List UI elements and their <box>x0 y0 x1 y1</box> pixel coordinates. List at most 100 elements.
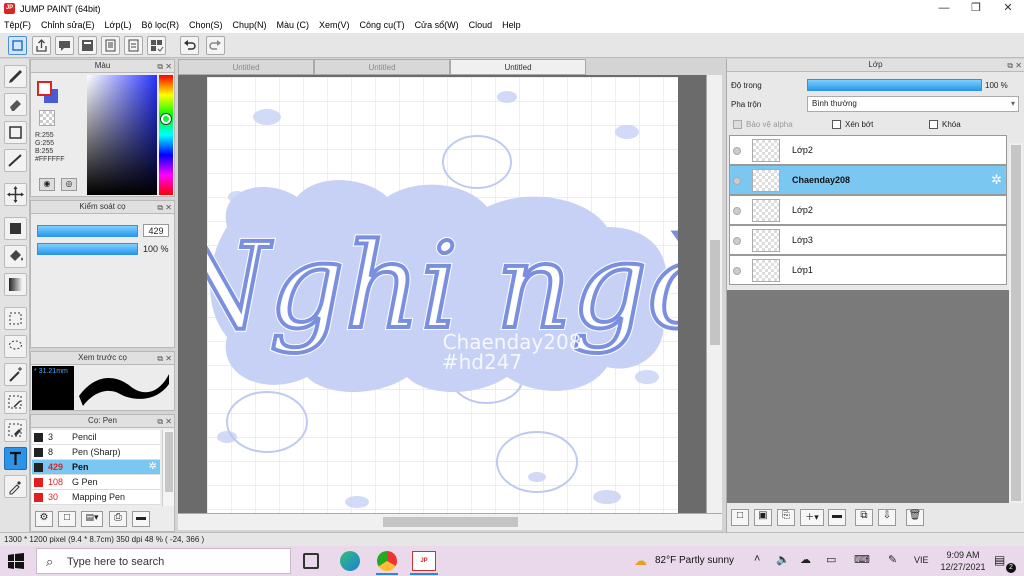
hue-handle[interactable] <box>161 114 171 124</box>
undo-icon[interactable] <box>180 36 199 55</box>
layer-scroll-thumb[interactable] <box>1011 145 1021 501</box>
folder-icon[interactable]: ▬ <box>828 509 846 526</box>
visibility-icon[interactable] <box>733 147 741 155</box>
trash-icon[interactable]: 🗑 <box>906 509 924 526</box>
chevron-up-icon[interactable]: ˄ <box>754 553 760 565</box>
menu-help[interactable]: Help <box>502 20 521 30</box>
brush-import-icon[interactable]: ⎙ <box>109 511 127 527</box>
tab-untitled-2[interactable]: Untitled <box>314 59 450 75</box>
brush-settings-icon[interactable]: ⚙ <box>35 511 53 527</box>
rectangle-tool-icon[interactable] <box>4 121 27 144</box>
brush-size-slider[interactable] <box>37 225 138 237</box>
menu-file[interactable]: Tệp(F) <box>4 20 31 30</box>
clipping-checkbox[interactable] <box>832 120 841 129</box>
duplicate-layer-icon[interactable]: ⧉ <box>855 509 873 526</box>
select-rect-icon[interactable] <box>4 307 27 330</box>
maximize-button[interactable]: ❐ <box>960 0 992 17</box>
task-view-icon[interactable] <box>303 553 319 569</box>
language-indicator[interactable]: VIE <box>914 555 929 565</box>
fill-rect-tool-icon[interactable] <box>4 217 27 240</box>
menu-layer[interactable]: Lớp(L) <box>105 20 132 30</box>
weather-text[interactable]: 82°F Partly sunny <box>655 555 734 566</box>
lasso-tool-icon[interactable] <box>4 335 27 358</box>
visibility-icon[interactable] <box>733 207 741 215</box>
layer-copy-icon[interactable]: ⎘ <box>777 509 795 526</box>
layer-opacity-slider[interactable] <box>807 79 982 91</box>
panel-controls-icon[interactable]: ⧉ ✕ <box>157 202 172 214</box>
menu-cloud[interactable]: Cloud <box>469 20 493 30</box>
vertical-scroll-thumb[interactable] <box>710 240 720 345</box>
protect-alpha-checkbox[interactable] <box>733 120 742 129</box>
brush-item-pen-sharp[interactable]: 8 Pen (Sharp) <box>32 445 160 460</box>
artboard[interactable]: Nghi ngờ Nghi ngờ Chaenday208 #hd247 <box>207 77 678 514</box>
menu-color[interactable]: Màu (C) <box>277 20 310 30</box>
brush-item-mapping-pen[interactable]: 30 Mapping Pen <box>32 490 160 505</box>
brush-list-scrollbar[interactable] <box>162 430 174 506</box>
notification-icon[interactable]: ▤ <box>994 553 1005 567</box>
brush-opacity-slider[interactable] <box>37 243 138 255</box>
edge-icon[interactable] <box>340 551 360 571</box>
line-tool-icon[interactable] <box>4 149 27 172</box>
vertical-scrollbar[interactable] <box>706 75 722 513</box>
text-tool-icon[interactable] <box>4 447 27 470</box>
taskbar-search[interactable]: ⌕ Type here to search <box>36 548 291 574</box>
document-icon[interactable] <box>124 36 143 55</box>
gear-icon[interactable]: ✲ <box>149 460 157 474</box>
windows-start-icon[interactable] <box>8 553 24 569</box>
brush-menu-icon[interactable]: ▤▾ <box>81 511 103 527</box>
panel-icon[interactable] <box>78 36 97 55</box>
chrome-icon[interactable] <box>377 551 397 571</box>
merge-layer-icon[interactable]: ⇩ <box>878 509 896 526</box>
tab-untitled-3[interactable]: Untitled <box>450 59 586 75</box>
menu-edit[interactable]: Chỉnh sửa(E) <box>41 20 95 30</box>
horizontal-scrollbar[interactable] <box>178 513 722 530</box>
new-layer-icon[interactable]: □ <box>731 509 749 526</box>
layer-row-selected[interactable]: Chaenday208 ✲ <box>729 165 1007 195</box>
color-picker-icon[interactable]: ◎ <box>61 178 77 191</box>
panel-controls-icon[interactable]: ⧉ ✕ <box>157 61 172 73</box>
redo-icon[interactable] <box>206 36 225 55</box>
layer-from-file-icon[interactable]: ▣ <box>754 509 772 526</box>
blend-mode-select[interactable]: Bình thường ▾ <box>807 96 1019 112</box>
magic-wand-icon[interactable] <box>4 363 27 386</box>
network-icon[interactable]: ☁ <box>800 553 811 566</box>
layer-row[interactable]: Lớp2 <box>729 135 1007 165</box>
gear-icon[interactable]: ✲ <box>991 172 1002 188</box>
grid-icon[interactable] <box>147 36 166 55</box>
jump-paint-taskbar-icon[interactable]: JP <box>412 551 436 571</box>
lock-checkbox[interactable] <box>929 120 938 129</box>
brush-tool-icon[interactable] <box>4 65 27 88</box>
layer-row[interactable]: Lớp3 <box>729 225 1007 255</box>
horizontal-scroll-thumb[interactable] <box>383 517 518 527</box>
battery-icon[interactable]: ▭ <box>826 553 836 566</box>
comment-icon[interactable] <box>55 36 74 55</box>
eyedropper-tool-icon[interactable] <box>4 475 27 498</box>
color-wheel-icon[interactable]: ◉ <box>39 178 55 191</box>
main-color-swatch-front[interactable] <box>37 81 52 96</box>
pen-icon[interactable]: ✎ <box>888 553 897 566</box>
panel-controls-icon[interactable]: ⧉ ✕ <box>1007 60 1022 72</box>
gradient-tool-icon[interactable] <box>4 273 27 296</box>
layer-row[interactable]: Lớp1 <box>729 255 1007 285</box>
export-icon[interactable] <box>32 36 51 55</box>
brush-item-pencil[interactable]: 3 Pencil <box>32 430 160 445</box>
weather-icon[interactable]: ☁ <box>634 553 647 569</box>
select-pen-icon[interactable] <box>4 391 27 414</box>
new-brush-icon[interactable]: □ <box>58 511 76 527</box>
brush-size-input[interactable]: 429 <box>143 224 169 237</box>
folder-icon[interactable]: ▬ <box>132 511 150 527</box>
eraser-tool-icon[interactable] <box>4 93 27 116</box>
tab-untitled-1[interactable]: Untitled <box>178 59 314 75</box>
hue-slider[interactable] <box>159 75 173 195</box>
move-tool-icon[interactable] <box>4 183 27 206</box>
menu-tools[interactable]: Công cụ(T) <box>360 20 405 30</box>
menu-select[interactable]: Chọn(S) <box>189 20 223 30</box>
layer-add-menu-icon[interactable]: ＋▾ <box>800 509 824 526</box>
menu-filter[interactable]: Bộ lọc(R) <box>141 20 179 30</box>
speaker-icon[interactable]: 🔈 <box>776 553 790 566</box>
page-icon[interactable] <box>101 36 120 55</box>
brush-list-scroll-thumb[interactable] <box>165 432 173 492</box>
menu-view[interactable]: Xem(V) <box>319 20 350 30</box>
brush-item-g-pen[interactable]: 108 G Pen <box>32 475 160 490</box>
menu-window[interactable]: Cửa sổ(W) <box>415 20 459 30</box>
